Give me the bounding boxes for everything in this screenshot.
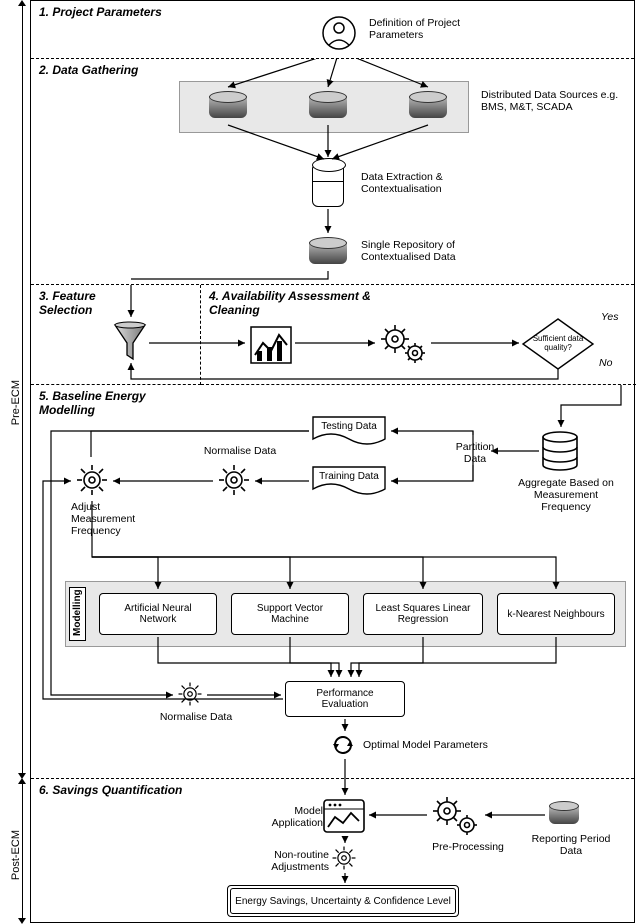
database-lines-icon (541, 431, 579, 471)
side-arrow-up-post (18, 778, 26, 784)
gear-icon (75, 463, 109, 497)
section-data-gathering: 2. Data Gathering Distributed Data Sourc… (31, 59, 634, 285)
label-model-app: Model Application (269, 805, 323, 829)
side-arrow-line-post (22, 783, 23, 918)
model-svm: Support Vector Machine (231, 593, 349, 635)
label-result: Energy Savings, Uncertainty & Confidence… (235, 896, 451, 907)
side-label-post: Post-ECM (10, 830, 22, 880)
side-label-pre: Pre-ECM (10, 380, 22, 425)
chart-icon (323, 799, 365, 837)
label-repository: Single Repository of Contextualised Data (361, 239, 511, 263)
label-definition: Definition of Project Parameters (369, 17, 499, 41)
database-icon (549, 801, 579, 827)
database-icon (309, 91, 347, 123)
section-title-2: 2. Data Gathering (31, 59, 634, 81)
gear-icon (177, 681, 203, 707)
label-training: Training Data (311, 471, 387, 482)
label-partition: Partition Data (445, 441, 505, 465)
section-baseline-modelling: 5. Baseline Energy Modelling Aggregate B… (31, 385, 634, 779)
side-arrow-up-pre (18, 0, 26, 6)
box-performance-evaluation: Performance Evaluation (285, 681, 405, 717)
gears-icon (379, 321, 429, 367)
label-normalise-top: Normalise Data (195, 445, 285, 457)
label-distributed-sources: Distributed Data Sources e.g. BMS, M&T, … (481, 89, 621, 113)
doc-training: Training Data (311, 465, 387, 499)
section-row-3-4: 3. Feature Selection 4. Availability Ass… (31, 285, 634, 385)
box-result: Energy Savings, Uncertainty & Confidence… (227, 885, 459, 917)
funnel-icon (113, 321, 147, 361)
flowchart-container: 1. Project Parameters Definition of Proj… (30, 0, 635, 923)
cylinder-icon (312, 163, 344, 207)
model-lslr: Least Squares Linear Regression (363, 593, 483, 635)
analytics-icon (249, 325, 293, 365)
section-title-6: 6. Savings Quantification (31, 779, 634, 801)
section-savings-quantification: 6. Savings Quantification Model Applicat… (31, 779, 634, 922)
doc-testing: Testing Data (311, 415, 387, 449)
side-arrow-down-post (18, 918, 26, 924)
label-aggregate: Aggregate Based on Measurement Frequency (511, 477, 621, 513)
database-icon (309, 237, 347, 269)
model-knn: k-Nearest Neighbours (497, 593, 615, 635)
database-icon (209, 91, 247, 123)
model-ann: Artificial Neural Network (99, 593, 217, 635)
section-title-3: 3. Feature Selection (31, 285, 151, 321)
label-extraction: Data Extraction & Contextualisation (361, 171, 491, 195)
label-no: No (599, 357, 612, 369)
label-normalise-bottom: Normalise Data (151, 711, 241, 723)
section-title-5: 5. Baseline Energy Modelling (31, 385, 191, 421)
label-adjust: Adjust Measurement Frequency (71, 501, 161, 537)
label-testing: Testing Data (311, 421, 387, 432)
label-optimal: Optimal Model Parameters (363, 739, 523, 751)
refresh-icon (331, 733, 355, 757)
label-yes: Yes (601, 311, 619, 323)
gears-icon (431, 793, 481, 839)
side-arrow-line-pre (22, 5, 23, 773)
decision-diamond: Sufficient data quality? (521, 317, 595, 371)
modelling-vertical-label: Modelling (69, 587, 86, 641)
section-title-4: 4. Availability Assessment & Cleaning (201, 285, 421, 321)
gear-icon (217, 463, 251, 497)
person-icon (321, 15, 357, 51)
diamond-label: Sufficient data quality? (528, 335, 588, 353)
label-nonroutine: Non-routine Adjustments (251, 849, 329, 873)
gear-icon (331, 845, 357, 871)
label-preproc: Pre-Processing (423, 841, 513, 853)
label-reporting: Reporting Period Data (531, 833, 611, 857)
section-project-parameters: 1. Project Parameters Definition of Proj… (31, 1, 634, 59)
database-icon (409, 91, 447, 123)
